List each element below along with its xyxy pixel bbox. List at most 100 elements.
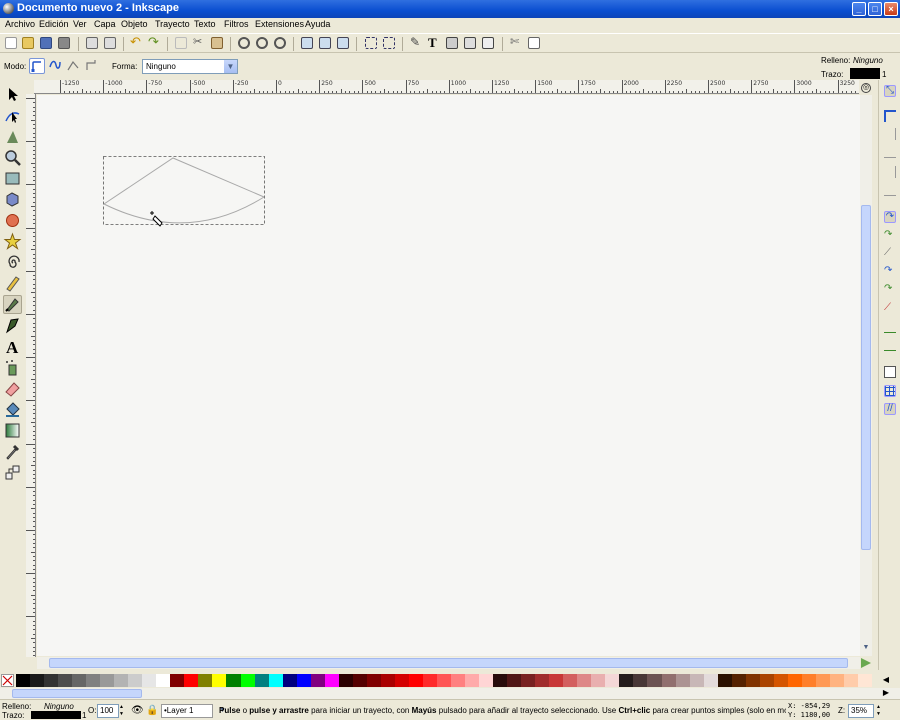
scroll-down-icon[interactable]: ▼ [861,644,871,654]
status-stroke-swatch[interactable] [31,711,81,719]
palette-swatch[interactable] [436,674,452,687]
horizontal-ruler[interactable]: -1250 -1000 -750 -500 -250 0 250 500 750 1000 1250… [34,80,859,94]
palette-swatch[interactable] [86,674,101,687]
snap-bbox-midpoints-icon[interactable] [884,166,896,178]
zoom-tool-icon[interactable] [3,148,22,167]
transform-icon[interactable] [482,37,494,49]
palette-swatch[interactable] [801,674,817,687]
snap-line-midpoints-icon[interactable]: ⟋ [884,303,896,315]
polyline-mode-button[interactable] [66,58,82,74]
palette-swatch[interactable] [100,674,115,687]
palette-swatch[interactable] [142,674,157,687]
palette-swatch[interactable] [394,674,410,687]
palette-swatch[interactable] [689,674,705,687]
palette-swatch[interactable] [198,674,213,687]
paste-icon[interactable] [211,37,223,49]
palette-swatch[interactable] [815,674,831,687]
spiral-tool-icon[interactable] [3,253,22,272]
zoom-spinner-icon[interactable]: ▲ ▼ [876,704,882,718]
tweak-tool-icon[interactable] [3,127,22,146]
spiro-mode-button[interactable] [48,58,64,74]
open-file-icon[interactable] [22,37,34,49]
shape-select[interactable]: Ninguno ▼ [142,59,238,74]
no-paint-swatch[interactable] [1,674,14,687]
print-icon[interactable] [58,37,70,49]
palette-swatch[interactable] [731,674,747,687]
copy-icon[interactable] [175,37,187,49]
import-icon[interactable] [86,37,98,49]
palette-swatch[interactable] [408,674,424,687]
xml-editor-icon[interactable] [446,37,458,49]
palette-swatch[interactable] [647,674,662,687]
snap-grid-icon[interactable] [884,385,896,397]
palette-swatch[interactable] [759,674,775,687]
group-icon[interactable] [365,37,377,49]
palette-swatch[interactable] [114,674,129,687]
connector-tool-icon[interactable] [3,463,22,482]
snap-guides-icon[interactable]: // [884,403,896,415]
vertical-scrollbar[interactable]: ▼ [860,95,872,656]
menu-archivo[interactable]: Archivo [5,19,35,29]
palette-swatch[interactable] [296,674,312,687]
palette-swatch[interactable] [128,674,143,687]
snap-rotation-centers-icon[interactable] [884,339,896,351]
3d-box-tool-icon[interactable] [3,190,22,209]
palette-swatch[interactable] [422,674,438,687]
text-tool-icon[interactable]: A [3,337,22,357]
drawing-canvas[interactable] [37,95,860,656]
text-font-icon[interactable]: T [428,36,440,49]
vertical-scrollbar-thumb[interactable] [861,205,871,550]
menu-ver[interactable]: Ver [73,19,87,29]
palette-swatch[interactable] [282,674,298,687]
palette-swatch[interactable] [717,674,733,687]
snap-intersections-icon[interactable]: ⟋ [884,248,896,260]
star-tool-icon[interactable] [3,232,22,251]
palette-scroll-right-icon[interactable]: ▶ [881,688,891,698]
palette-swatch[interactable] [58,674,73,687]
menu-edicion[interactable]: Edición [39,19,69,29]
palette-swatch[interactable] [675,674,691,687]
menu-ayuda[interactable]: Ayuda [305,19,330,29]
snap-toggle-icon[interactable]: ⤡ [884,85,896,97]
palette-swatch[interactable] [661,674,677,687]
unlink-clone-icon[interactable] [337,37,349,49]
ungroup-icon[interactable] [383,37,395,49]
lock-icon[interactable]: 🔒 [146,705,158,717]
palette-swatch[interactable] [72,674,87,687]
palette-swatch[interactable] [773,674,789,687]
opacity-input[interactable]: 100 [97,704,119,718]
duplicate-icon[interactable] [301,37,313,49]
palette-swatch[interactable] [829,674,845,687]
bezier-mode-button[interactable] [29,58,45,74]
palette-swatch[interactable] [787,674,803,687]
export-icon[interactable] [104,37,116,49]
bezier-pen-tool-icon[interactable] [3,295,22,314]
palette-swatch[interactable] [212,674,227,687]
palette-scrollbar[interactable]: ▶ [0,688,900,699]
snap-smooth-nodes-icon[interactable]: ↷ [884,284,896,296]
vertical-ruler[interactable] [26,94,36,657]
dropper-tool-icon[interactable] [3,442,22,461]
palette-swatch[interactable] [451,674,466,687]
palette-swatch[interactable] [30,674,45,687]
palette-swatch[interactable] [745,674,761,687]
palette-swatch[interactable] [591,674,606,687]
snap-cusp-nodes-icon[interactable]: ↷ [884,266,896,278]
maximize-button[interactable]: □ [868,2,882,16]
palette-swatch[interactable] [703,674,719,687]
cut-icon[interactable]: ✂ [193,37,205,49]
palette-swatch[interactable] [310,674,326,687]
snap-nodes-icon[interactable]: ↷ [884,211,896,223]
new-document-icon[interactable] [5,37,17,49]
palette-swatch[interactable] [44,674,59,687]
palette-swatch[interactable] [479,674,494,687]
palette-swatch[interactable] [493,674,508,687]
snap-bbox-edges-icon[interactable] [884,128,896,140]
selector-tool-icon[interactable] [3,85,22,104]
chevron-down-icon[interactable]: ▼ [224,60,237,73]
snap-bbox-corners-icon[interactable] [884,146,896,158]
zoom-corner-icon[interactable]: ◎ [861,83,871,93]
snap-bbox-icon[interactable] [884,110,896,122]
palette-swatch[interactable] [535,674,550,687]
palette-swatch[interactable] [633,674,648,687]
